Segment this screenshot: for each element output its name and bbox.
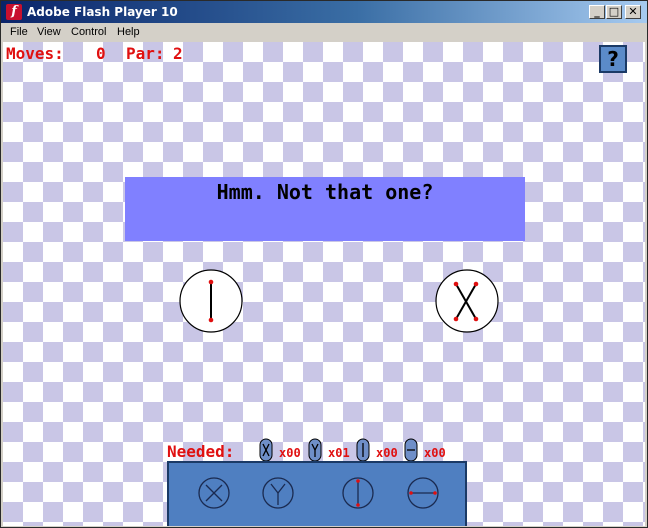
moves-value: 0: [96, 44, 106, 63]
maximize-button[interactable]: □: [606, 5, 622, 19]
par-label: Par:: [126, 44, 165, 63]
title-bar[interactable]: f Adobe Flash Player 10 _ □ ✕: [1, 1, 647, 23]
horizontal-tile-icon: [404, 438, 418, 462]
menu-help[interactable]: Help: [117, 26, 140, 39]
y-move-icon[interactable]: [261, 476, 295, 510]
par-value: 2: [173, 44, 183, 63]
move-tray: [167, 461, 467, 526]
x-move-icon[interactable]: [197, 476, 231, 510]
menu-bar: File View Control Help: [1, 23, 647, 42]
y-tile-count: x01: [328, 446, 350, 460]
help-button[interactable]: ?: [599, 45, 627, 73]
x-tile-count: x00: [279, 446, 301, 460]
game-stage[interactable]: Moves: 0 Par: 2 ? Hmm. Not that one? Nee…: [3, 42, 645, 526]
vertical-tile-count: x00: [376, 446, 398, 460]
y-tile-icon: [308, 438, 322, 462]
feedback-message: Hmm. Not that one?: [125, 177, 525, 241]
vertical-tile-icon: [356, 438, 370, 462]
needed-label: Needed:: [167, 442, 235, 461]
moves-label: Moves:: [6, 44, 64, 63]
flash-player-window: f Adobe Flash Player 10 _ □ ✕ File View …: [0, 0, 648, 528]
close-button[interactable]: ✕: [625, 5, 641, 19]
current-orb[interactable]: [178, 268, 244, 334]
menu-view[interactable]: View: [37, 26, 61, 39]
menu-file[interactable]: File: [10, 26, 28, 39]
horizontal-move-icon[interactable]: [406, 476, 440, 510]
vertical-move-icon[interactable]: [341, 476, 375, 510]
horizontal-tile-count: x00: [424, 446, 446, 460]
x-tile-icon: [259, 438, 273, 462]
target-orb: [435, 269, 499, 333]
menu-control[interactable]: Control: [71, 26, 106, 39]
flash-logo-icon: f: [6, 4, 22, 20]
window-title: Adobe Flash Player 10: [27, 5, 178, 19]
minimize-button[interactable]: _: [589, 5, 605, 19]
